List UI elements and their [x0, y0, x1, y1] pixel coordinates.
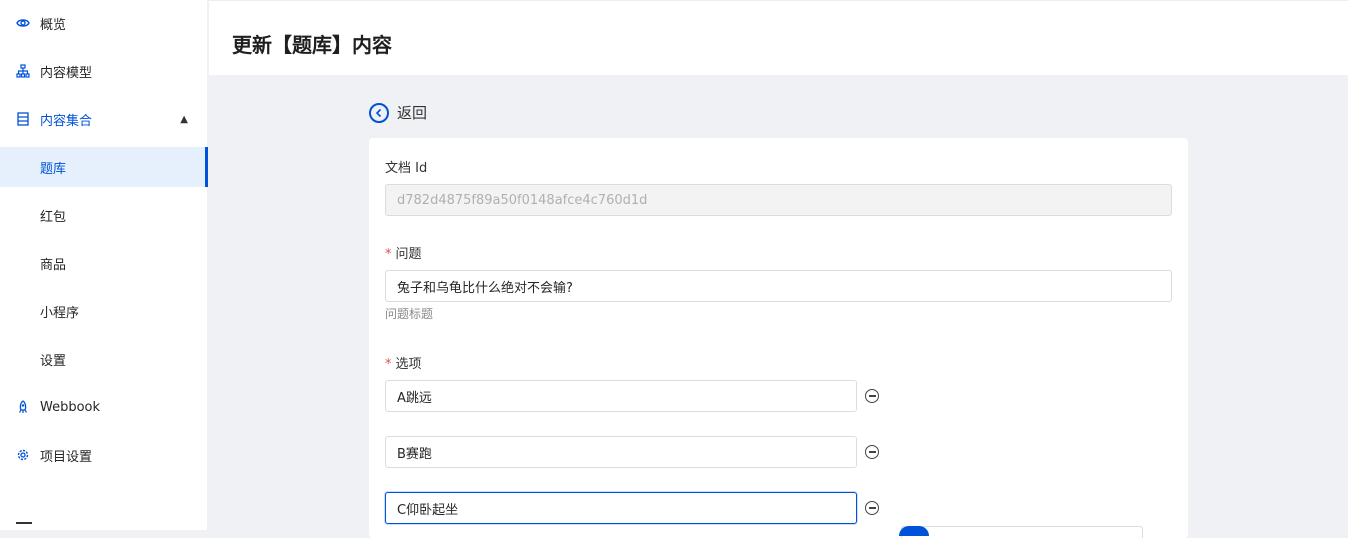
- sidebar-item-label: 商品: [40, 257, 67, 273]
- sidebar: 概览 内容模型 内容集合 ▲ 题库 红包 商品 小程序 设置 Webbook 项…: [0, 0, 208, 530]
- add-option-button[interactable]: [901, 526, 1143, 538]
- sidebar-item-label: 红包: [40, 209, 67, 225]
- eye-icon: [16, 16, 30, 30]
- sidebar-item-mini-program[interactable]: 小程序: [0, 291, 208, 331]
- doc-id-label: 文档 Id: [385, 161, 428, 176]
- page-header: 更新【题库】内容: [209, 0, 1348, 75]
- sidebar-item-label: 内容模型: [40, 65, 93, 81]
- sidebar-item-question-bank[interactable]: 题库: [0, 147, 208, 187]
- sidebar-item-label: 小程序: [40, 305, 80, 321]
- question-label: * 问题: [385, 247, 422, 262]
- rocket-icon: [16, 400, 30, 414]
- doc-id-field: [385, 184, 1172, 216]
- option-input-b[interactable]: [385, 436, 857, 468]
- remove-option-icon[interactable]: [865, 445, 879, 459]
- question-input[interactable]: [385, 270, 1172, 302]
- chevron-up-icon[interactable]: ▲: [180, 114, 188, 125]
- options-label: * 选项: [385, 357, 422, 372]
- chevron-left-icon: [369, 102, 389, 123]
- database-icon: [16, 112, 30, 126]
- sidebar-item-red-packet[interactable]: 红包: [0, 195, 208, 235]
- sidebar-item-content-model[interactable]: 内容模型: [0, 51, 208, 91]
- sidebar-item-label: 设置: [40, 353, 67, 369]
- question-hint: 问题标题: [385, 307, 434, 321]
- edit-form-card: 文档 Id *问题 问题标题 *选项: [369, 138, 1188, 538]
- toggle-switch[interactable]: [899, 526, 929, 536]
- sidebar-item-overview[interactable]: 概览: [0, 3, 208, 43]
- remove-option-icon[interactable]: [865, 501, 879, 515]
- gear-icon: [16, 448, 30, 462]
- sidebar-item-label: 题库: [40, 161, 67, 177]
- menu-collapse-icon[interactable]: [16, 522, 32, 524]
- sidebar-item-webbook[interactable]: Webbook: [0, 387, 208, 427]
- remove-option-icon[interactable]: [865, 389, 879, 403]
- sidebar-item-project-settings[interactable]: 项目设置: [0, 435, 208, 475]
- option-input-c[interactable]: [385, 492, 857, 524]
- sidebar-item-content-collection[interactable]: 内容集合 ▲: [0, 99, 208, 139]
- sidebar-item-products[interactable]: 商品: [0, 243, 208, 283]
- back-button[interactable]: 返回: [369, 102, 427, 123]
- back-label: 返回: [397, 104, 428, 122]
- sitemap-icon: [16, 64, 30, 78]
- sidebar-item-label: Webbook: [40, 399, 101, 415]
- option-input-a[interactable]: [385, 380, 857, 412]
- page-title: 更新【题库】内容: [232, 33, 392, 57]
- sidebar-item-settings[interactable]: 设置: [0, 339, 208, 379]
- sidebar-item-label: 项目设置: [40, 449, 93, 465]
- sidebar-item-label: 内容集合: [40, 113, 93, 129]
- sidebar-item-label: 概览: [40, 17, 67, 33]
